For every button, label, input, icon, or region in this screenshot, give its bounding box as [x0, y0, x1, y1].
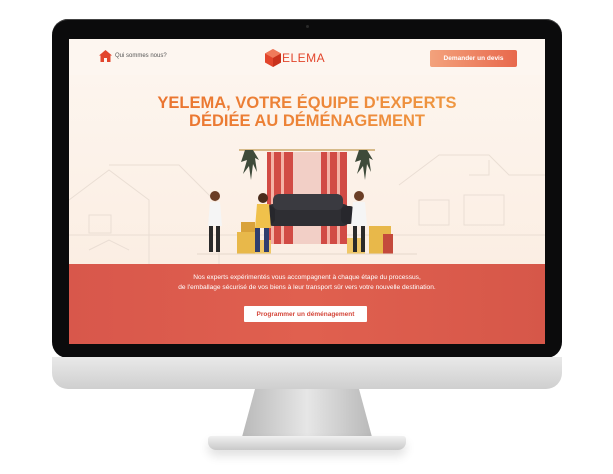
monitor-foot — [208, 436, 406, 450]
webcam — [306, 25, 309, 28]
hero-title-line-1: YELEMA, VOTRE ÉQUIPE D'EXPERTS — [157, 94, 457, 112]
nav-link-about[interactable]: Qui sommes nous? — [115, 53, 167, 59]
hero-title-line-2: DÉDIÉE AU DÉMÉNAGEMENT — [189, 112, 425, 130]
info-text-line-2: de l'emballage sécurisé de vos biens à l… — [178, 284, 436, 291]
logo-mark-icon — [265, 49, 281, 67]
monitor-stand — [242, 389, 372, 437]
brand-logo[interactable]: ELEMA — [265, 47, 351, 69]
hero-title: YELEMA, VOTRE ÉQUIPE D'EXPERTS DÉDIÉE AU… — [69, 94, 545, 130]
request-quote-button[interactable]: Demander un devis — [430, 50, 517, 67]
top-nav: Qui sommes nous? ELEMA Demander un devis — [69, 39, 545, 75]
monitor-chin — [52, 357, 562, 389]
info-band-text: Nos experts expérimentés vous accompagne… — [69, 273, 545, 293]
website-screen: Qui sommes nous? ELEMA Demander un devis — [69, 39, 545, 344]
home-icon[interactable] — [99, 50, 112, 62]
logo-text: ELEMA — [282, 51, 326, 65]
info-text-line-1: Nos experts expérimentés vous accompagne… — [193, 274, 421, 281]
movers-illustration — [197, 149, 417, 255]
schedule-move-button[interactable]: Programmer un déménagement — [244, 306, 367, 322]
